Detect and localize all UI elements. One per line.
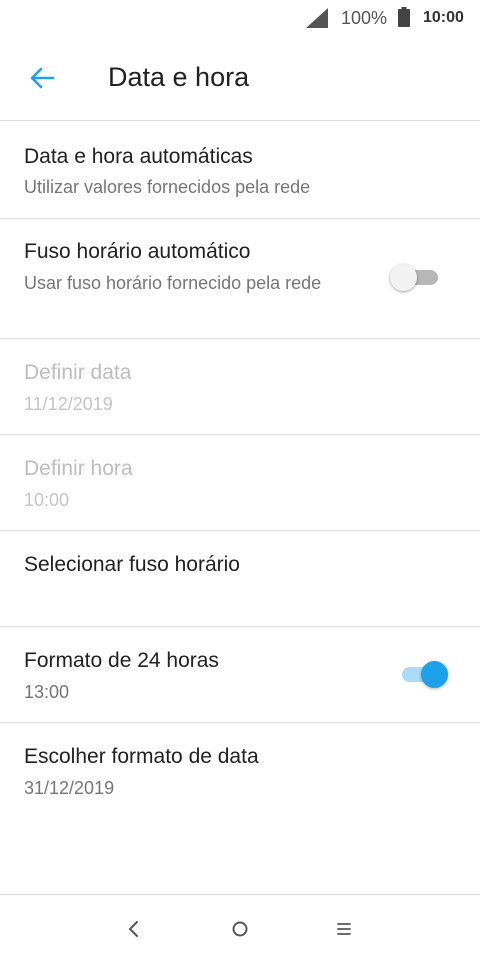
set-date-item[interactable]: Definir data 11/12/2019 [0,339,480,435]
status-bar: 100% 10:00 [0,0,480,36]
auto-datetime-item[interactable]: Data e hora automáticas Utilizar valores… [0,121,480,219]
status-clock: 10:00 [423,9,464,26]
switch-thumb [421,661,448,688]
format-24h-value: 13:00 [24,682,70,702]
nav-back-button[interactable] [116,911,152,947]
auto-datetime-title: Data e hora automáticas [24,145,253,168]
set-time-title: Definir hora [24,457,133,480]
set-time-item[interactable]: Definir hora 10:00 [0,435,480,531]
date-format-value: 31/12/2019 [24,778,115,798]
select-timezone-item[interactable]: Selecionar fuso horário [0,531,480,627]
auto-datetime-summary: Utilizar valores fornecidos pela rede [24,177,311,197]
auto-timezone-switch[interactable] [390,261,442,293]
navigation-bar [0,894,480,960]
switch-thumb [390,264,417,291]
format-24h-title: Formato de 24 horas [24,649,219,672]
back-chevron-icon [129,921,138,937]
set-time-value: 10:00 [24,490,70,510]
auto-timezone-title: Fuso horário automático [24,240,251,263]
battery-percentage: 100% [341,8,388,28]
back-button[interactable] [22,58,62,98]
menu-lines-icon [337,923,351,935]
auto-timezone-item[interactable]: Fuso horário automático Usar fuso horári… [0,219,480,339]
settings-screen: 100% 10:00 Data e hora Data e hora autom… [0,0,480,960]
format-24h-item[interactable]: Formato de 24 horas 13:00 [0,627,480,723]
nav-menu-button[interactable] [326,911,362,947]
cell-signal-icon [306,8,328,28]
select-timezone-title: Selecionar fuso horário [24,553,240,576]
set-date-value: 11/12/2019 [24,394,113,414]
battery-icon [398,7,410,27]
set-date-title: Definir data [24,361,132,384]
page-title: Data e hora [108,62,250,92]
date-format-item[interactable]: Escolher formato de data 31/12/2019 [0,723,480,819]
settings-list: Data e hora automáticas Utilizar valores… [0,121,480,819]
nav-home-button[interactable] [222,911,258,947]
home-circle-icon [232,921,248,937]
auto-timezone-summary: Usar fuso horário fornecido pela rede [24,273,322,293]
arrow-left-icon [30,67,55,89]
app-bar: Data e hora [0,36,480,121]
date-format-title: Escolher formato de data [24,745,259,768]
format-24h-switch[interactable] [398,658,450,690]
